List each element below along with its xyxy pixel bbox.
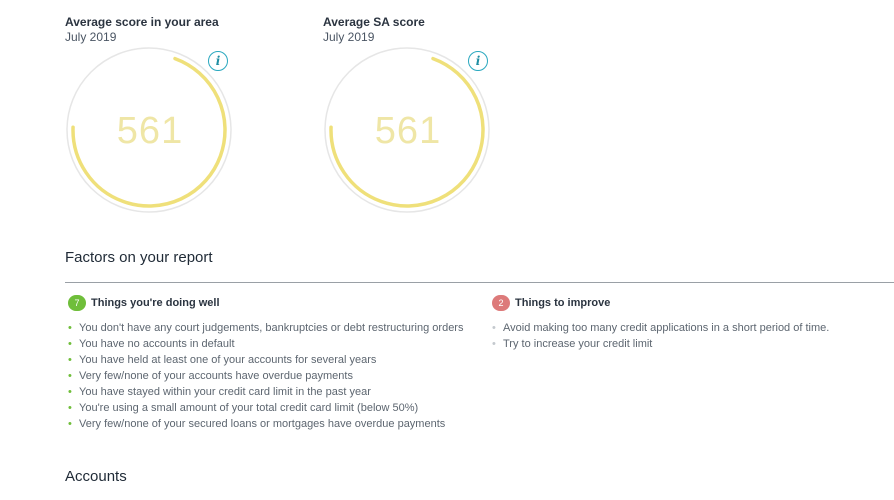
list-item: Try to increase your credit limit: [492, 336, 829, 352]
doing-well-list: You don't have any court judgements, ban…: [68, 320, 463, 432]
list-item: You have held at least one of your accou…: [68, 352, 463, 368]
to-improve-label: Things to improve: [515, 297, 611, 309]
factors-divider: [65, 282, 894, 283]
info-icon[interactable]: i: [208, 51, 228, 71]
doing-well-label: Things you're doing well: [91, 297, 220, 309]
area-score-date: July 2019: [65, 30, 117, 44]
area-score-gauge: 561: [65, 46, 235, 216]
to-improve-column: 2 Things to improve Avoid making too man…: [492, 294, 829, 352]
factors-title: Factors on your report: [65, 249, 213, 266]
area-score-value: 561: [116, 109, 184, 152]
list-item: You don't have any court judgements, ban…: [68, 320, 463, 336]
sa-score-date: July 2019: [323, 30, 375, 44]
to-improve-header: 2 Things to improve: [492, 294, 829, 312]
list-item: You have no accounts in default: [68, 336, 463, 352]
sa-score-gauge: 561: [323, 46, 493, 216]
list-item: You have stayed within your credit card …: [68, 384, 463, 400]
list-item: You're using a small amount of your tota…: [68, 400, 463, 416]
list-item: Avoid making too many credit application…: [492, 320, 829, 336]
info-icon[interactable]: i: [468, 51, 488, 71]
doing-well-column: 7 Things you're doing well You don't hav…: [68, 294, 463, 432]
area-score-card: Average score in your area July 2019 561…: [65, 14, 265, 213]
area-score-title: Average score in your area: [65, 15, 219, 29]
list-item: Very few/none of your accounts have over…: [68, 368, 463, 384]
list-item: Very few/none of your secured loans or m…: [68, 416, 463, 432]
doing-well-header: 7 Things you're doing well: [68, 294, 463, 312]
to-improve-list: Avoid making too many credit application…: [492, 320, 829, 352]
to-improve-count-badge: 2: [492, 295, 510, 311]
sa-score-card: Average SA score July 2019 561 i: [323, 14, 523, 213]
sa-score-title: Average SA score: [323, 15, 425, 29]
doing-well-count-badge: 7: [68, 295, 86, 311]
sa-score-value: 561: [374, 109, 442, 152]
accounts-title: Accounts: [65, 468, 127, 485]
